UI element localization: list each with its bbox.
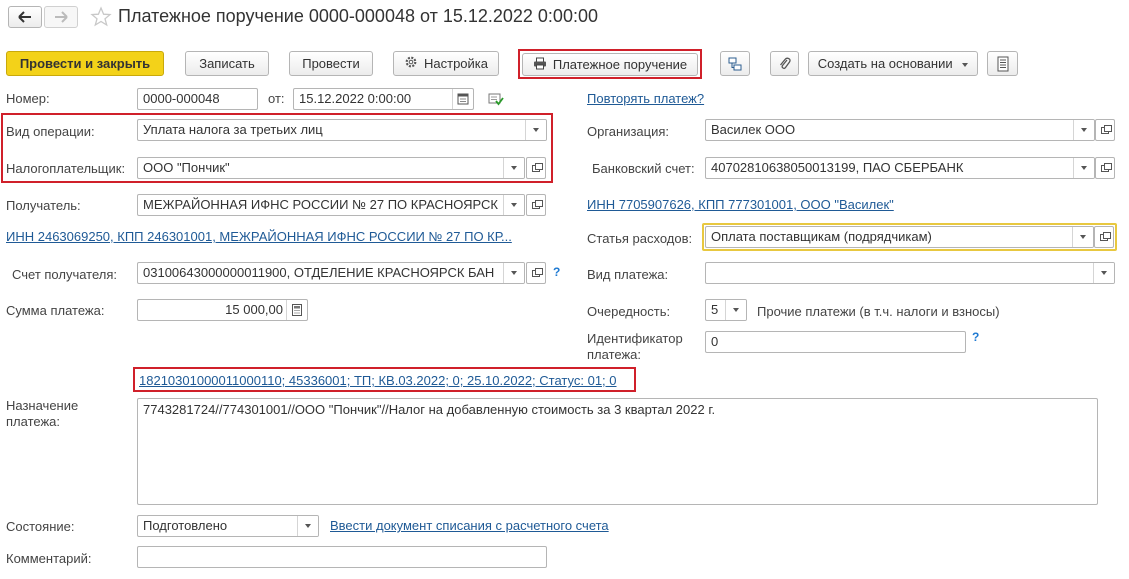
favorite-star-button[interactable] xyxy=(90,6,112,28)
payment-type-label: Вид платежа: xyxy=(587,267,669,282)
date-field[interactable]: 15.12.2022 0:00:00 xyxy=(293,88,474,110)
expense-item-value: Оплата поставщикам (подрядчикам) xyxy=(711,229,932,244)
identifier-label-line1: Идентификатор xyxy=(587,331,683,346)
recipient-account-value: 03100643000000011900, ОТДЕЛЕНИЕ КРАСНОЯР… xyxy=(143,265,495,280)
number-value: 0000-000048 xyxy=(143,91,220,106)
printer-icon xyxy=(533,55,547,76)
forward-button[interactable] xyxy=(44,6,78,28)
settings-label: Настройка xyxy=(424,56,488,71)
bank-account-open-button[interactable] xyxy=(1095,157,1115,179)
comment-label: Комментарий: xyxy=(6,551,92,566)
organization-label: Организация: xyxy=(587,124,670,139)
recipient-account-label: Счет получателя: xyxy=(12,267,118,282)
recipient-label: Получатель: xyxy=(6,198,81,213)
create-based-on-button[interactable]: Создать на основании xyxy=(808,51,978,76)
taxpayer-value: ООО "Пончик" xyxy=(143,160,230,175)
recipient-open-button[interactable] xyxy=(526,194,546,216)
taxpayer-select[interactable]: ООО "Пончик" xyxy=(137,157,525,179)
number-label: Номер: xyxy=(6,91,50,106)
recipient-value: МЕЖРАЙОННАЯ ИФНС РОССИИ № 27 ПО КРАСНОЯР… xyxy=(143,197,498,212)
chevron-down-icon[interactable] xyxy=(1072,227,1093,247)
priority-select[interactable]: 5 xyxy=(705,299,747,321)
organization-open-button[interactable] xyxy=(1095,119,1115,141)
payment-type-select[interactable] xyxy=(705,262,1115,284)
date-value: 15.12.2022 0:00:00 xyxy=(299,91,412,106)
post-button[interactable]: Провести xyxy=(289,51,373,76)
purpose-label-line2: платежа: xyxy=(6,414,60,429)
amount-field[interactable]: 15 000,00 xyxy=(137,299,308,321)
purpose-value: 7743281724//774301001//ООО "Пончик"//Нал… xyxy=(143,402,716,417)
document-list-icon xyxy=(997,56,1008,72)
purpose-textarea[interactable]: 7743281724//774301001//ООО "Пончик"//Нал… xyxy=(137,398,1098,505)
expense-item-label: Статья расходов: xyxy=(587,231,693,246)
chevron-down-icon[interactable] xyxy=(503,195,524,215)
structure-button[interactable] xyxy=(720,51,750,76)
settings-button[interactable]: Настройка xyxy=(393,51,499,76)
operation-value: Уплата налога за третьих лиц xyxy=(143,122,323,137)
print-payment-order-label: Платежное поручение xyxy=(552,57,688,72)
repeat-payment-link[interactable]: Повторять платеж? xyxy=(587,91,704,106)
state-label: Состояние: xyxy=(6,519,75,534)
taxpayer-open-button[interactable] xyxy=(526,157,546,179)
chevron-down-icon[interactable] xyxy=(725,300,746,320)
gear-icon xyxy=(404,53,418,76)
amount-label: Сумма платежа: xyxy=(6,303,105,318)
recipient-account-open-button[interactable] xyxy=(526,262,546,284)
identifier-label-line2: платежа: xyxy=(587,347,641,362)
identifier-field[interactable]: 0 xyxy=(705,331,966,353)
operation-select[interactable]: Уплата налога за третьих лиц xyxy=(137,119,547,141)
hierarchy-icon xyxy=(728,57,742,71)
organization-select[interactable]: Василек ООО xyxy=(705,119,1095,141)
chevron-down-icon[interactable] xyxy=(1073,120,1094,140)
tax-details-link[interactable]: 18210301000011000110; 45336001; ТП; КВ.0… xyxy=(139,373,617,388)
chevron-down-icon[interactable] xyxy=(503,158,524,178)
paperclip-icon xyxy=(779,57,791,70)
bank-account-select[interactable]: 40702810638050013199, ПАО СБЕРБАНК xyxy=(705,157,1095,179)
recipient-inn-link[interactable]: ИНН 2463069250, КПП 246301001, МЕЖРАЙОНН… xyxy=(6,229,518,244)
attachments-button[interactable] xyxy=(770,51,799,76)
post-and-close-button[interactable]: Провести и закрыть xyxy=(6,51,164,76)
comment-field[interactable] xyxy=(137,546,547,568)
chevron-down-icon[interactable] xyxy=(503,263,524,283)
calendar-icon[interactable] xyxy=(452,89,473,109)
chevron-down-icon[interactable] xyxy=(1073,158,1094,178)
recipient-account-select[interactable]: 03100643000000011900, ОТДЕЛЕНИЕ КРАСНОЯР… xyxy=(137,262,525,284)
identifier-help-icon[interactable]: ? xyxy=(972,330,979,344)
amount-value: 15 000,00 xyxy=(225,302,283,317)
expense-item-open-button[interactable] xyxy=(1094,226,1114,248)
save-button[interactable]: Записать xyxy=(185,51,269,76)
date-label: от: xyxy=(268,91,285,106)
print-payment-order-button[interactable]: Платежное поручение xyxy=(522,53,698,76)
chevron-down-icon[interactable] xyxy=(525,120,546,140)
recipient-account-help-icon[interactable]: ? xyxy=(553,265,560,279)
priority-description: Прочие платежи (в т.ч. налоги и взносы) xyxy=(757,304,1000,319)
bank-account-label: Банковский счет: xyxy=(592,161,695,176)
purpose-label-line1: Назначение xyxy=(6,398,79,413)
expense-item-select[interactable]: Оплата поставщикам (подрядчикам) xyxy=(705,226,1094,248)
taxpayer-label: Налогоплательщик: xyxy=(6,161,126,176)
create-debit-document-link[interactable]: Ввести документ списания с расчетного сч… xyxy=(330,518,609,533)
arrow-left-icon xyxy=(18,11,31,23)
calculator-icon[interactable] xyxy=(286,300,307,320)
identifier-value: 0 xyxy=(711,334,719,349)
chevron-down-icon[interactable] xyxy=(1093,263,1114,283)
organization-value: Василек ООО xyxy=(711,122,796,137)
chevron-down-icon[interactable] xyxy=(297,516,318,536)
window-title: Платежное поручение 0000-000048 от 15.12… xyxy=(118,6,598,26)
report-button[interactable] xyxy=(987,51,1018,76)
create-based-on-label: Создать на основании xyxy=(817,56,953,71)
back-button[interactable] xyxy=(8,6,42,28)
star-icon xyxy=(90,6,112,27)
chevron-down-icon xyxy=(962,62,969,67)
organization-inn-link[interactable]: ИНН 7705907626, КПП 777301001, ООО "Васи… xyxy=(587,197,894,212)
priority-label: Очередность: xyxy=(587,304,671,319)
arrow-right-icon xyxy=(55,11,68,23)
posting-status-icon xyxy=(488,92,504,109)
state-value: Подготовлено xyxy=(143,518,228,533)
state-select[interactable]: Подготовлено xyxy=(137,515,319,537)
bank-account-value: 40702810638050013199, ПАО СБЕРБАНК xyxy=(711,160,964,175)
recipient-select[interactable]: МЕЖРАЙОННАЯ ИФНС РОССИИ № 27 ПО КРАСНОЯР… xyxy=(137,194,525,216)
operation-label: Вид операции: xyxy=(6,124,95,139)
number-field[interactable]: 0000-000048 xyxy=(137,88,258,110)
